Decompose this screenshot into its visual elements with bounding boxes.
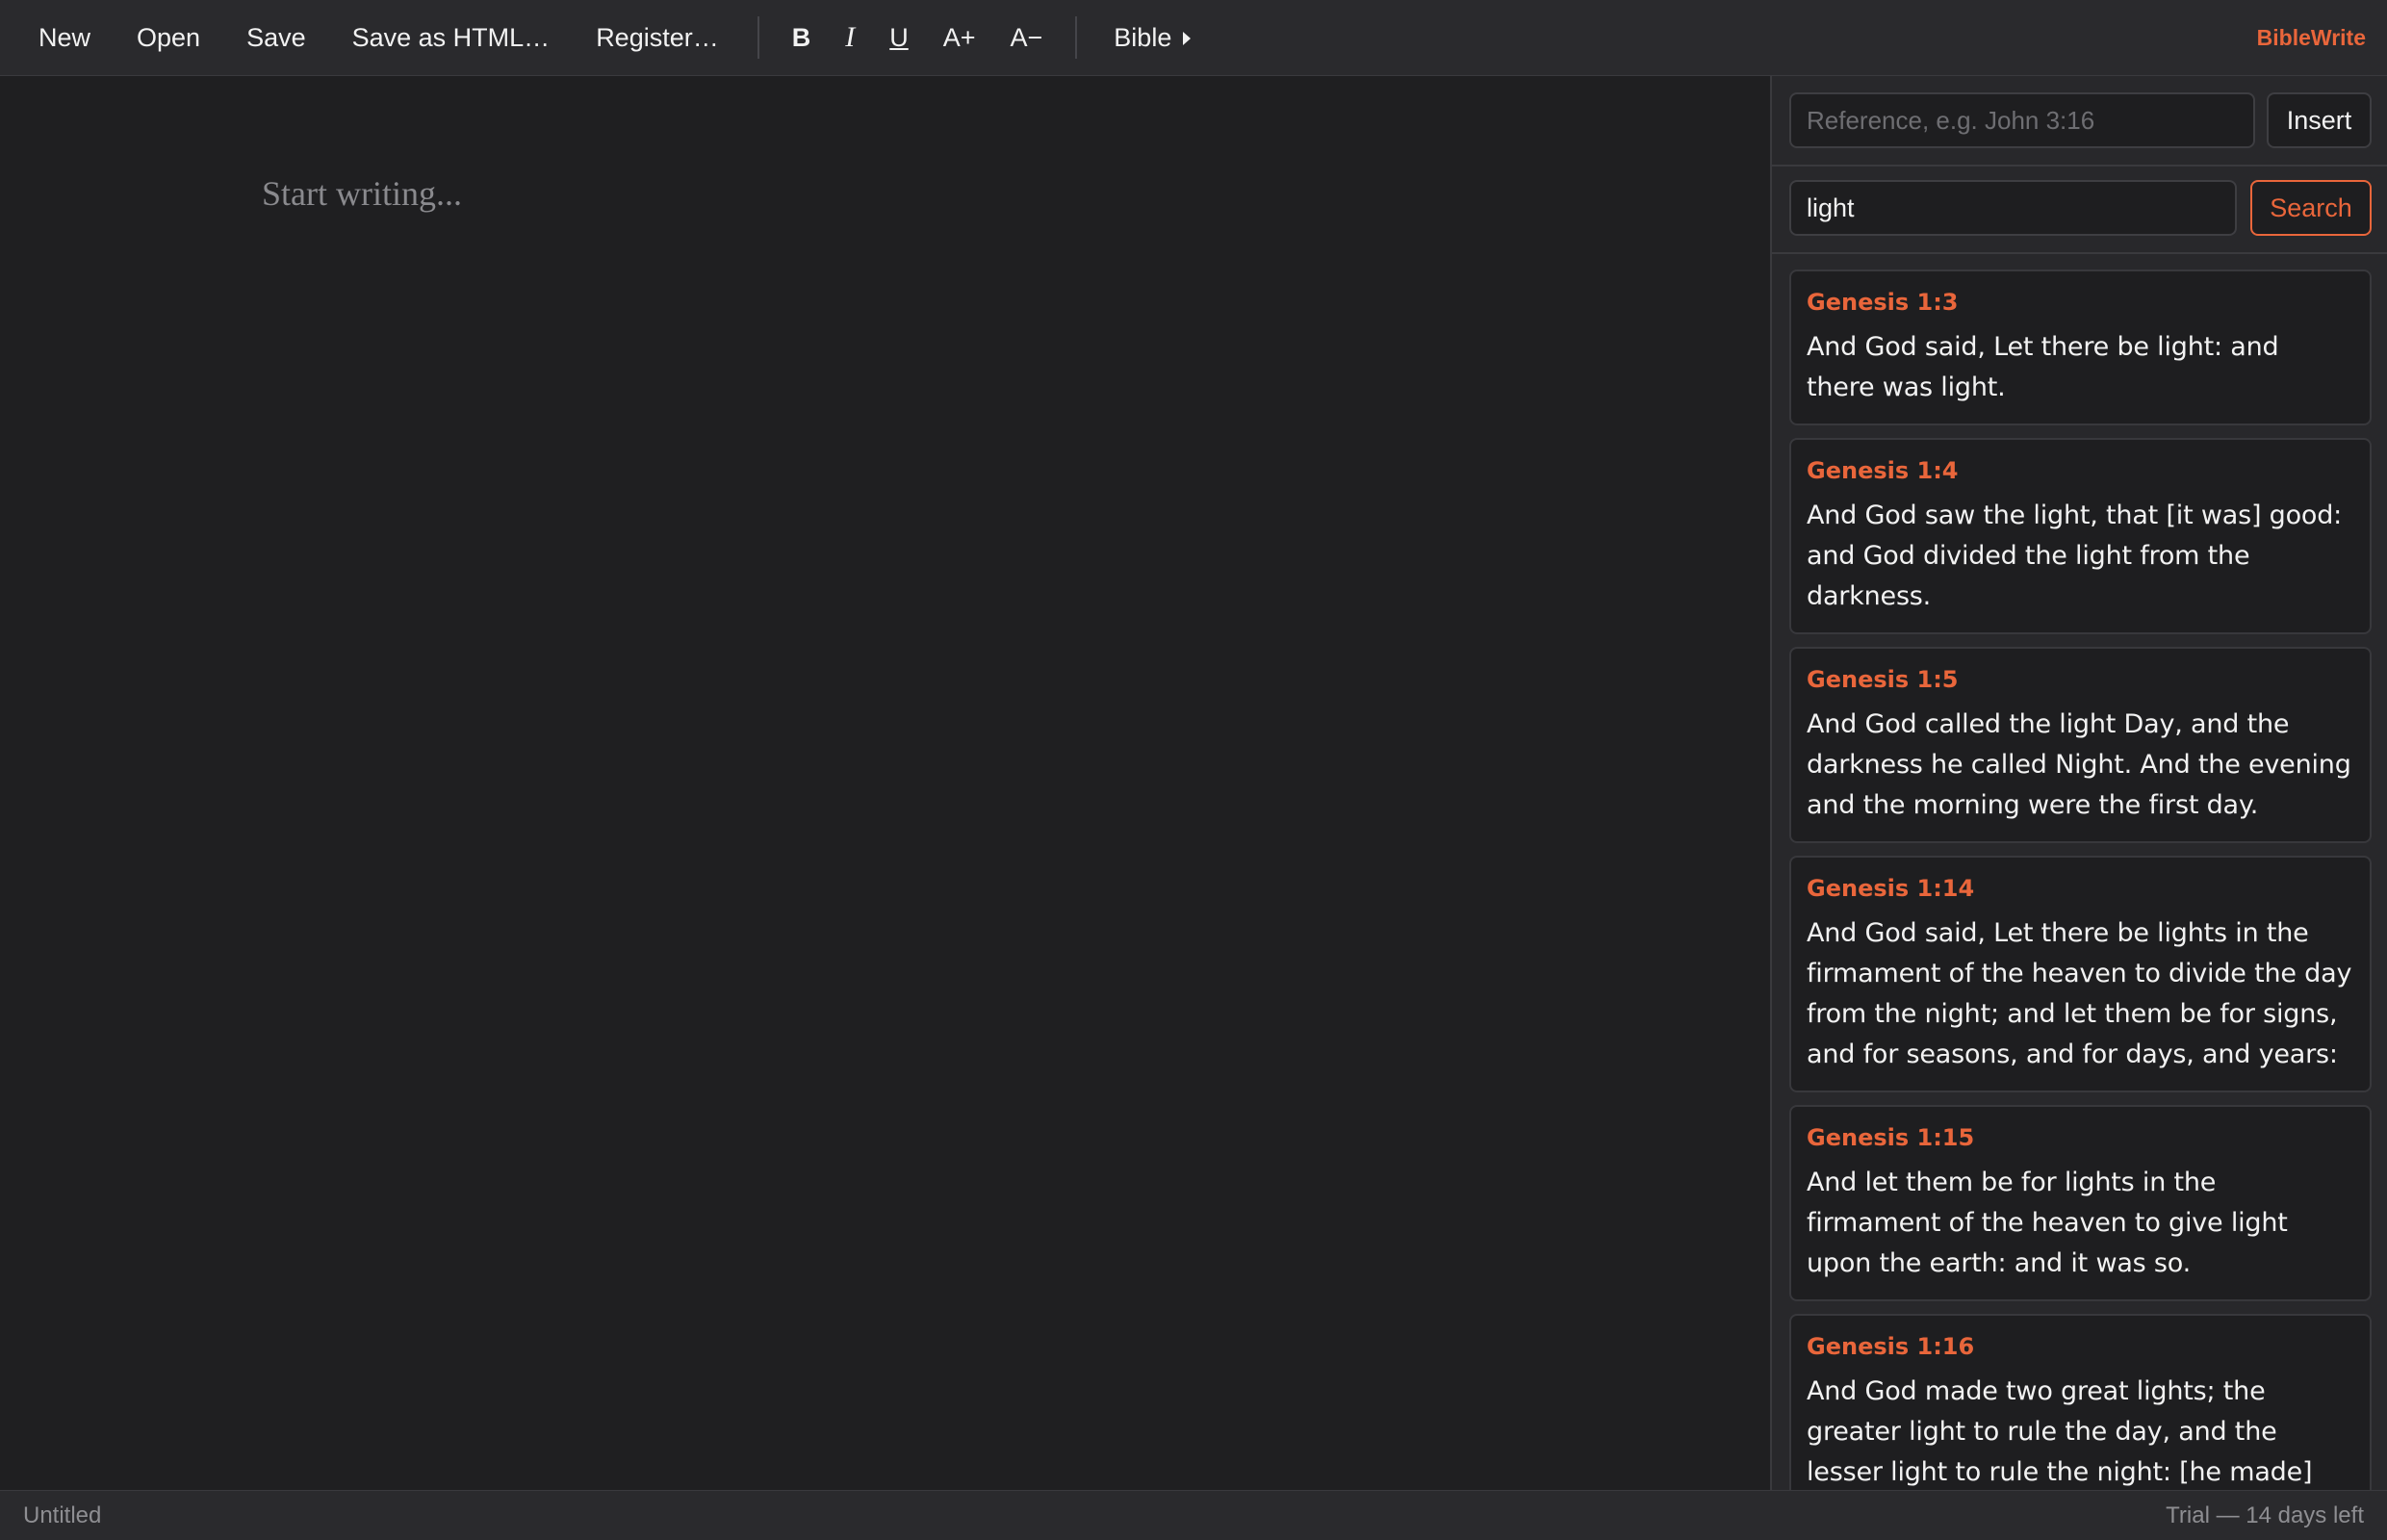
result-card[interactable]: Genesis 1:15 And let them be for lights … (1789, 1105, 2372, 1301)
result-text: And let them be for lights in the firmam… (1807, 1168, 2288, 1278)
editor-area[interactable]: Start writing... (0, 76, 1770, 1490)
result-card[interactable]: Genesis 1:14 And God said, Let there be … (1789, 856, 2372, 1092)
toolbar-separator (1075, 16, 1078, 59)
result-text: And God called the light Day, and the da… (1807, 709, 2351, 820)
open-button[interactable]: Open (114, 9, 223, 66)
result-reference: Genesis 1:16 (1807, 1333, 1975, 1360)
font-decrease-button[interactable]: A− (993, 9, 1061, 66)
result-card[interactable]: Genesis 1:5 And God called the light Day… (1789, 647, 2372, 843)
license-status: Trial — 14 days left (2166, 1502, 2364, 1528)
save-button[interactable]: Save (223, 9, 329, 66)
bible-menu-button[interactable]: Bible (1092, 9, 1212, 66)
result-text: And God said, Let there be light: and th… (1807, 332, 2279, 402)
new-button[interactable]: New (15, 9, 114, 66)
app-brand: BibleWrite (2256, 25, 2366, 50)
register-button[interactable]: Register… (573, 9, 742, 66)
result-card[interactable]: Genesis 1:3 And God said, Let there be l… (1789, 270, 2372, 425)
result-reference: Genesis 1:15 (1807, 1124, 1975, 1151)
result-text: And God said, Let there be lights in the… (1807, 918, 2352, 1069)
bold-button[interactable]: B (775, 9, 829, 66)
save-as-html-button[interactable]: Save as HTML… (329, 9, 574, 66)
search-row: Search (1789, 180, 2372, 236)
search-input[interactable] (1789, 180, 2237, 236)
result-card[interactable]: Genesis 1:16 And God made two great ligh… (1789, 1314, 2372, 1490)
result-reference: Genesis 1:3 (1807, 289, 1959, 316)
sidebar-divider (1772, 252, 2387, 254)
document-name: Untitled (23, 1502, 102, 1528)
reference-input[interactable] (1789, 92, 2255, 148)
italic-button[interactable]: I (828, 9, 872, 66)
editor-placeholder: Start writing... (262, 174, 462, 213)
underline-button[interactable]: U (872, 9, 926, 66)
reference-row: Insert (1789, 92, 2372, 148)
result-card[interactable]: Genesis 1:4 And God saw the light, that … (1789, 438, 2372, 634)
insert-button[interactable]: Insert (2267, 92, 2372, 148)
result-reference: Genesis 1:5 (1807, 666, 1959, 693)
toolbar-separator (757, 16, 759, 59)
app-window: New Open Save Save as HTML… Register… B … (0, 0, 2387, 1540)
search-results-list: Genesis 1:3 And God said, Let there be l… (1789, 270, 2372, 1490)
sidebar-divider (1772, 165, 2387, 167)
bible-menu-label: Bible (1114, 22, 1172, 52)
result-text: And God made two great lights; the great… (1807, 1376, 2313, 1487)
result-text: And God saw the light, that [it was] goo… (1807, 500, 2343, 611)
result-reference: Genesis 1:4 (1807, 457, 1959, 484)
toolbar: New Open Save Save as HTML… Register… B … (0, 0, 2387, 76)
status-bar: Untitled Trial — 14 days left (0, 1490, 2387, 1540)
caret-right-icon (1183, 32, 1192, 45)
result-reference: Genesis 1:14 (1807, 875, 1975, 902)
search-button[interactable]: Search (2250, 180, 2372, 236)
font-increase-button[interactable]: A+ (926, 9, 993, 66)
bible-sidebar: Insert Search Genesis 1:3 And God said, … (1770, 76, 2387, 1490)
